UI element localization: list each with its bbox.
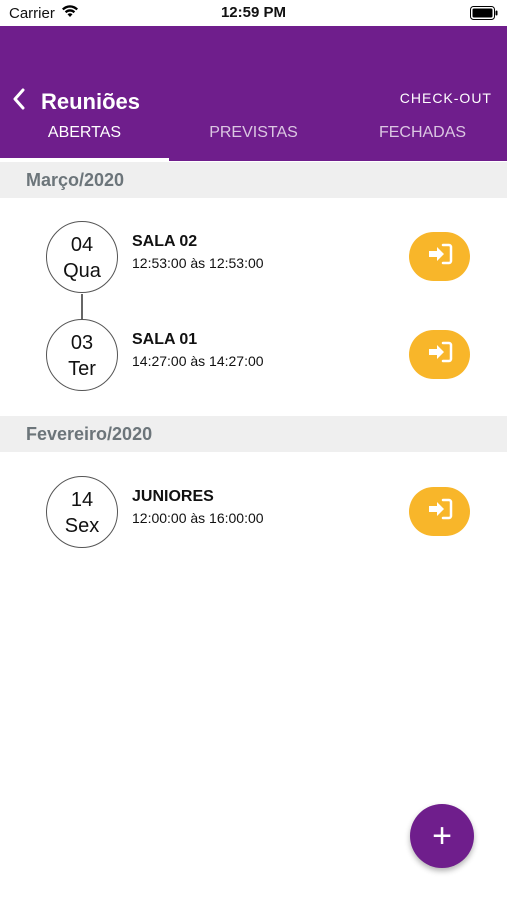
- section-title: Fevereiro/2020: [26, 424, 153, 444]
- page-title: Reuniões: [41, 89, 141, 114]
- meeting-item[interactable]: 14 Sex JUNIORES 12:00:00 às 16:00:00: [0, 476, 507, 552]
- meeting-time: 14:27:00 às 14:27:00: [132, 353, 264, 369]
- status-time: 12:59 PM: [220, 4, 287, 21]
- battery-icon: [470, 6, 498, 24]
- sign-in-icon: [427, 341, 453, 368]
- date-badge: 14 Sex: [46, 476, 118, 548]
- meeting-item[interactable]: 04 Qua SALA 02 12:53:00 às 12:53:00: [0, 221, 507, 297]
- date-weekday: Sex: [64, 515, 100, 537]
- app-header: Reuniões CHECK-OUT ABERTAS PREVISTAS FEC…: [0, 26, 507, 161]
- add-meeting-button[interactable]: +: [410, 804, 474, 868]
- meeting-name: SALA 02: [132, 233, 198, 250]
- meeting-name: JUNIORES: [132, 488, 214, 505]
- chevron-left-icon: [12, 88, 26, 114]
- date-badge: 03 Ter: [46, 319, 118, 391]
- meeting-name: SALA 01: [132, 331, 198, 348]
- meeting-item[interactable]: 03 Ter SALA 01 14:27:00 às 14:27:00: [0, 319, 507, 395]
- tab-bar: ABERTAS PREVISTAS FECHADAS: [0, 124, 507, 161]
- status-bar: Carrier 12:59 PM: [0, 0, 507, 26]
- sign-in-icon: [427, 498, 453, 525]
- tab-previstas[interactable]: PREVISTAS: [169, 124, 338, 161]
- tab-abertas[interactable]: ABERTAS: [0, 124, 169, 161]
- date-day: 04: [70, 234, 94, 256]
- timeline-connector: [81, 294, 83, 320]
- section-title: Março/2020: [26, 170, 125, 190]
- plus-icon: +: [432, 817, 452, 855]
- date-weekday: Ter: [68, 358, 96, 380]
- checkout-button[interactable]: CHECK-OUT: [400, 90, 492, 106]
- checkin-button[interactable]: [409, 487, 470, 536]
- tab-fechadas[interactable]: FECHADAS: [338, 124, 507, 161]
- sign-in-icon: [427, 243, 453, 270]
- checkin-button[interactable]: [409, 330, 470, 379]
- section-header: Março/2020: [0, 162, 507, 198]
- meeting-time: 12:53:00 às 12:53:00: [132, 255, 264, 271]
- back-button[interactable]: [12, 88, 34, 116]
- section-header: Fevereiro/2020: [0, 416, 507, 452]
- date-weekday: Qua: [63, 260, 101, 282]
- date-day: 03: [70, 332, 94, 354]
- date-day: 14: [70, 489, 94, 511]
- date-badge: 04 Qua: [46, 221, 118, 293]
- checkin-button[interactable]: [409, 232, 470, 281]
- meeting-time: 12:00:00 às 16:00:00: [132, 510, 264, 526]
